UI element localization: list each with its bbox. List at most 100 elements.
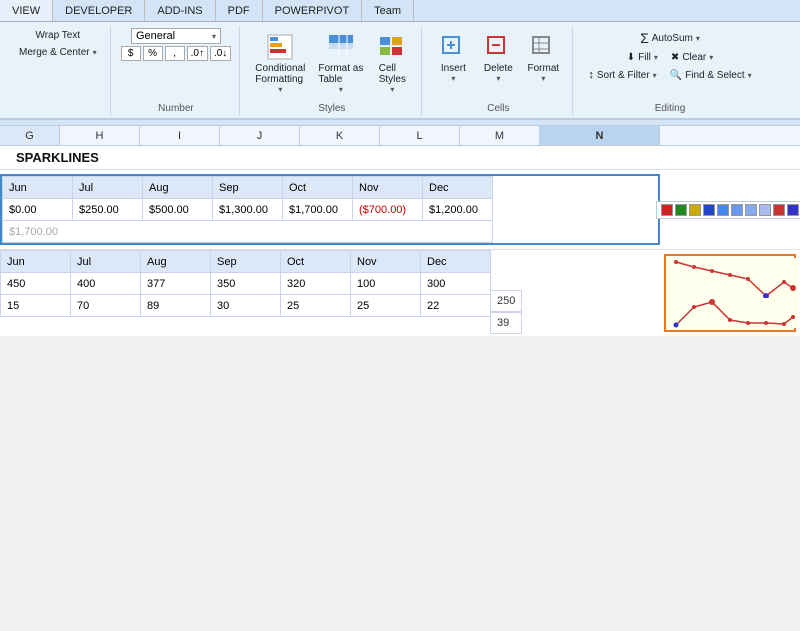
app-window: VIEW DEVELOPER ADD-INS PDF POWERPIVOT Te… bbox=[0, 0, 800, 336]
n1-aug[interactable]: 377 bbox=[141, 273, 211, 295]
extra-vals: 250 39 bbox=[490, 290, 522, 334]
cell-styles-button[interactable]: CellStyles ▾ bbox=[371, 28, 413, 97]
format-as-table-button[interactable]: Format asTable ▾ bbox=[313, 28, 368, 97]
n1-nov[interactable]: 100 bbox=[351, 273, 421, 295]
autosum-button[interactable]: Σ AutoSum ▾ bbox=[635, 28, 705, 48]
sort-icon: ↕ bbox=[588, 69, 594, 81]
swatch-blue6[interactable] bbox=[787, 204, 799, 216]
n2-jul[interactable]: 70 bbox=[71, 295, 141, 317]
autosum-label: AutoSum bbox=[652, 33, 693, 44]
number-format-value: General bbox=[136, 30, 175, 42]
swatch-red[interactable] bbox=[661, 204, 673, 216]
table-row-num1: 450 400 377 350 320 100 300 bbox=[1, 273, 491, 295]
sparkline-container bbox=[660, 250, 800, 336]
percent-button[interactable]: % bbox=[143, 46, 163, 61]
table-row-2: $1,700.00 bbox=[3, 221, 493, 243]
decrease-decimal-button[interactable]: .0↓ bbox=[210, 46, 231, 61]
n1-jul[interactable]: 400 bbox=[71, 273, 141, 295]
th-dec-2: Dec bbox=[421, 251, 491, 273]
comma-button[interactable]: , bbox=[165, 46, 185, 61]
tab-pdf[interactable]: PDF bbox=[216, 0, 263, 21]
cells-group-label: Cells bbox=[487, 99, 509, 114]
color-palette-area bbox=[660, 170, 800, 249]
format-button[interactable]: Format ▾ bbox=[522, 28, 564, 86]
tab-powerpivot[interactable]: POWERPIVOT bbox=[263, 0, 363, 21]
th-jun-1: Jun bbox=[3, 177, 73, 199]
swatch-blue5[interactable] bbox=[759, 204, 771, 216]
number-format-arrow: ▾ bbox=[212, 32, 216, 41]
th-jul-1: Jul bbox=[73, 177, 143, 199]
wrap-text-button[interactable]: Wrap Text bbox=[30, 28, 85, 43]
number-format-combo[interactable]: General ▾ bbox=[131, 28, 221, 44]
n1-sep[interactable]: 350 bbox=[211, 273, 281, 295]
fill-button[interactable]: ⬇ Fill ▾ bbox=[622, 50, 663, 65]
sparkline-1 bbox=[668, 258, 798, 298]
sparkline-2 bbox=[668, 298, 798, 328]
insert-label: Insert bbox=[441, 63, 466, 74]
sort-filter-button[interactable]: ↕ Sort & Filter ▾ bbox=[583, 67, 661, 83]
find-icon: 🔍 bbox=[670, 70, 682, 81]
cell-jul-val[interactable]: $250.00 bbox=[73, 199, 143, 221]
tab-view[interactable]: VIEW bbox=[0, 0, 53, 21]
cell-jun-val[interactable]: $0.00 bbox=[3, 199, 73, 221]
th-oct-2: Oct bbox=[281, 251, 351, 273]
number-group-label: Number bbox=[158, 99, 194, 114]
tab-addins[interactable]: ADD-INS bbox=[145, 0, 215, 21]
table-row: $0.00 $250.00 $500.00 $1,300.00 $1,700.0… bbox=[3, 199, 493, 221]
find-select-button[interactable]: 🔍 Find & Select ▾ bbox=[665, 68, 757, 83]
col-header-i[interactable]: I bbox=[140, 126, 220, 145]
n2-oct[interactable]: 25 bbox=[281, 295, 351, 317]
tab-developer[interactable]: DEVELOPER bbox=[53, 0, 145, 21]
clear-button[interactable]: ✖ Clear ▾ bbox=[666, 50, 718, 65]
swatch-blue3[interactable] bbox=[731, 204, 743, 216]
tab-team[interactable]: Team bbox=[362, 0, 414, 21]
cell-sep-val[interactable]: $1,300.00 bbox=[213, 199, 283, 221]
swatch-blue1[interactable] bbox=[703, 204, 715, 216]
editing-middle-row: ⬇ Fill ▾ ✖ Clear ▾ bbox=[622, 50, 719, 65]
blue-selection-box: Jun Jul Aug Sep Oct Nov Dec $0.0 bbox=[0, 174, 660, 245]
swatch-yellow[interactable] bbox=[689, 204, 701, 216]
swatch-blue2[interactable] bbox=[717, 204, 729, 216]
swatch-blue4[interactable] bbox=[745, 204, 757, 216]
col-header-m[interactable]: M bbox=[460, 126, 540, 145]
col-header-h[interactable]: H bbox=[60, 126, 140, 145]
find-select-label: Find & Select bbox=[685, 70, 744, 81]
ribbon-tabs: VIEW DEVELOPER ADD-INS PDF POWERPIVOT Te… bbox=[0, 0, 800, 22]
th-oct-1: Oct bbox=[283, 177, 353, 199]
cell-aug-val[interactable]: $500.00 bbox=[143, 199, 213, 221]
n2-aug[interactable]: 89 bbox=[141, 295, 211, 317]
n1-dec[interactable]: 300 bbox=[421, 273, 491, 295]
sigma-icon: Σ bbox=[640, 30, 649, 46]
fill-icon: ⬇ bbox=[627, 52, 635, 63]
col-header-l[interactable]: L bbox=[380, 126, 460, 145]
increase-decimal-button[interactable]: .0↑ bbox=[187, 46, 208, 61]
col-header-j[interactable]: J bbox=[220, 126, 300, 145]
delete-button[interactable]: Delete ▾ bbox=[477, 28, 519, 86]
conditional-formatting-button[interactable]: ConditionalFormatting ▾ bbox=[250, 28, 310, 97]
n1-jun[interactable]: 450 bbox=[1, 273, 71, 295]
cell-nov-val[interactable]: ($700.00) bbox=[353, 199, 423, 221]
col-header-k[interactable]: K bbox=[300, 126, 380, 145]
currency-button[interactable]: $ bbox=[121, 46, 141, 61]
n2-dec[interactable]: 22 bbox=[421, 295, 491, 317]
col-header-g[interactable]: G bbox=[0, 126, 60, 145]
insert-button[interactable]: Insert ▾ bbox=[432, 28, 474, 86]
cell-dec-val[interactable]: $1,200.00 bbox=[423, 199, 493, 221]
n1-oct[interactable]: 320 bbox=[281, 273, 351, 295]
n2-sep[interactable]: 30 bbox=[211, 295, 281, 317]
monetary-table: Jun Jul Aug Sep Oct Nov Dec $0.0 bbox=[2, 176, 493, 243]
n2-nov[interactable]: 25 bbox=[351, 295, 421, 317]
swatch-green[interactable] bbox=[675, 204, 687, 216]
editing-group-label: Editing bbox=[655, 99, 686, 114]
col-header-n[interactable]: N bbox=[540, 126, 660, 145]
styles-buttons-row: ConditionalFormatting ▾ Format asTable bbox=[250, 28, 413, 97]
swatch-red2[interactable] bbox=[773, 204, 785, 216]
merge-center-button[interactable]: Merge & Center ▾ bbox=[14, 45, 102, 60]
format-as-table-icon bbox=[325, 31, 357, 63]
th-aug-2: Aug bbox=[141, 251, 211, 273]
cell-oct-val[interactable]: $1,700.00 bbox=[283, 199, 353, 221]
cells-group: Insert ▾ Delete ▾ bbox=[424, 26, 573, 116]
table1-wrapper: Jun Jul Aug Sep Oct Nov Dec $0.0 bbox=[0, 170, 660, 249]
n2-jun[interactable]: 15 bbox=[1, 295, 71, 317]
format-as-table-label: Format asTable bbox=[318, 63, 363, 85]
